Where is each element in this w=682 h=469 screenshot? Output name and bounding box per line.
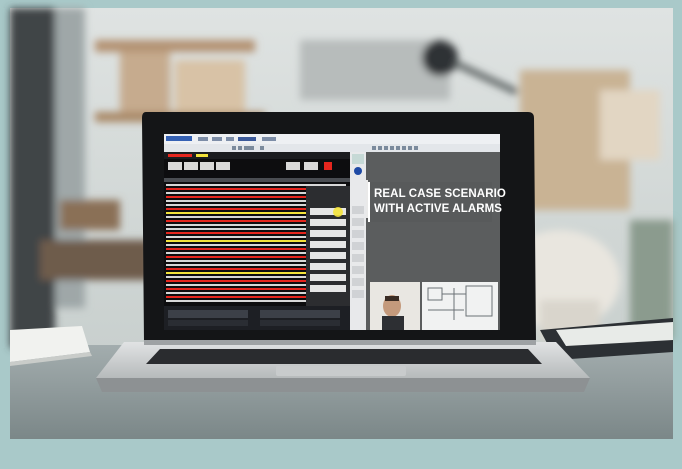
caption-line-2: WITH ACTIVE ALARMS: [374, 203, 503, 215]
scada-screen: [164, 134, 500, 330]
laptop-screen: [164, 134, 500, 330]
caption-box: REAL CASE SCENARIO WITH ACTIVE ALARMS: [368, 182, 506, 222]
photo-scene: REAL CASE SCENARIO WITH ACTIVE ALARMS: [0, 0, 682, 469]
cursor-highlight: [333, 207, 343, 217]
caption-line-1: REAL CASE SCENARIO: [374, 188, 506, 200]
